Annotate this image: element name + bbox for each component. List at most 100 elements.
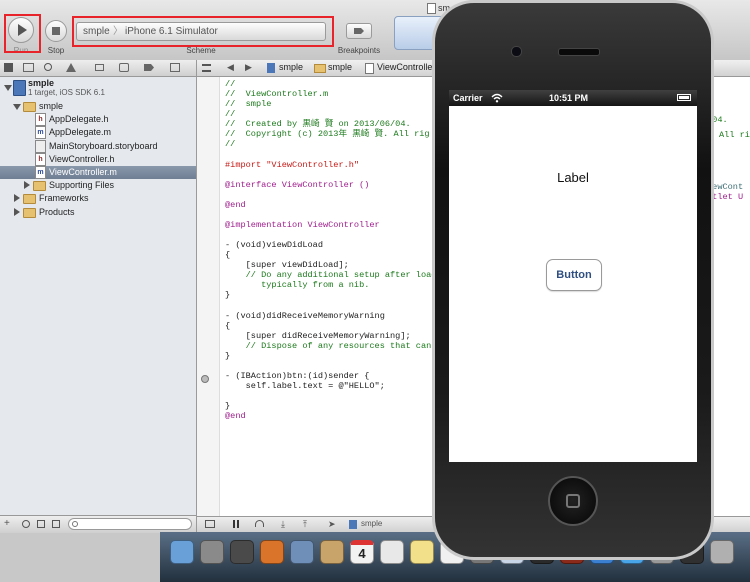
extra-app-icon[interactable] bbox=[710, 540, 734, 564]
mail-icon[interactable] bbox=[290, 540, 314, 564]
disclosure-open-icon[interactable] bbox=[4, 85, 12, 91]
folder-icon bbox=[33, 181, 46, 192]
source-file-icon: m bbox=[35, 166, 46, 179]
stop-button[interactable] bbox=[45, 20, 67, 42]
file-list-item-label: Frameworks bbox=[39, 193, 89, 204]
search-tab-icon[interactable] bbox=[44, 63, 52, 71]
code-line: // bbox=[225, 139, 236, 150]
debug-tab-icon[interactable] bbox=[119, 63, 129, 72]
finder-icon[interactable] bbox=[170, 540, 194, 564]
home-button[interactable] bbox=[548, 476, 598, 526]
code-line: // ViewController.m bbox=[225, 89, 329, 100]
folder-icon bbox=[23, 207, 36, 218]
reminders-icon[interactable] bbox=[380, 540, 404, 564]
right-fragment: All ri bbox=[719, 130, 750, 140]
code-line: } bbox=[225, 401, 231, 412]
breakpoints-button[interactable] bbox=[346, 23, 372, 39]
code-line: // Created by 黒崎 賢 on 2013/06/04. bbox=[225, 119, 411, 130]
calendar-icon[interactable]: 4 bbox=[350, 540, 374, 564]
file-list-item-label: AppDelegate.m bbox=[49, 127, 112, 138]
filter-search-field[interactable] bbox=[68, 518, 192, 530]
breakpoint-tab-icon[interactable] bbox=[144, 64, 154, 71]
mission-control-icon[interactable] bbox=[230, 540, 254, 564]
code-line: @interface ViewController () bbox=[225, 179, 370, 190]
code-line: [super viewDidLoad]; bbox=[225, 260, 349, 271]
back-arrow-icon[interactable]: ◀ bbox=[227, 60, 234, 75]
file-list-item[interactable]: smple bbox=[0, 100, 196, 113]
log-tab-icon[interactable] bbox=[170, 63, 180, 72]
scheme-label: Scheme bbox=[186, 46, 216, 55]
file-list-item[interactable]: MainStoryboard.storyboard bbox=[0, 139, 196, 153]
hello-button[interactable]: Button bbox=[546, 259, 602, 291]
address-book-icon[interactable] bbox=[320, 540, 344, 564]
file-list-item[interactable]: m ViewController.m bbox=[0, 166, 196, 179]
forward-arrow-icon[interactable]: ▶ bbox=[245, 60, 252, 75]
code-line: [super didReceiveMemoryWarning]; bbox=[225, 330, 411, 341]
code-line: { bbox=[225, 250, 231, 261]
jump-bar-item[interactable]: smple bbox=[279, 60, 303, 75]
file-list-item[interactable]: Products bbox=[0, 206, 196, 219]
file-list-item[interactable]: m AppDelegate.m bbox=[0, 126, 196, 140]
jump-bar-item[interactable]: smple bbox=[328, 60, 352, 75]
file-list-item-label: smple bbox=[39, 101, 64, 111]
symbol-tab-icon[interactable] bbox=[23, 63, 34, 72]
scm-filter-icon[interactable] bbox=[37, 520, 45, 528]
jump-folder-icon bbox=[314, 64, 326, 73]
hide-debug-icon[interactable] bbox=[205, 520, 215, 528]
step-out-icon[interactable]: ⤒ bbox=[303, 519, 307, 530]
debug-target-icon bbox=[349, 520, 357, 529]
pause-icon[interactable] bbox=[233, 520, 235, 528]
folder-icon bbox=[23, 194, 36, 205]
front-camera bbox=[511, 46, 522, 57]
project-icon bbox=[13, 80, 26, 96]
disclosure-open-icon[interactable] bbox=[13, 104, 21, 110]
firefox-icon[interactable] bbox=[260, 540, 284, 564]
code-line: #import "ViewController.h" bbox=[225, 159, 360, 170]
file-list-item[interactable]: h AppDelegate.h bbox=[0, 113, 196, 127]
file-list-item[interactable]: Supporting Files bbox=[0, 179, 196, 192]
related-items-icon[interactable] bbox=[202, 64, 211, 72]
location-icon[interactable]: ➤ bbox=[328, 519, 336, 530]
issue-tab-icon[interactable] bbox=[66, 63, 76, 72]
step-in-icon[interactable]: ⤓ bbox=[281, 519, 285, 530]
code-line: typically from a nib. bbox=[225, 280, 370, 291]
time-text: 10:51 PM bbox=[549, 93, 589, 103]
disclosure-closed-icon[interactable] bbox=[14, 194, 20, 203]
code-line: - (void)viewDidLoad bbox=[225, 240, 323, 251]
recent-filter-icon[interactable] bbox=[22, 520, 30, 528]
disclosure-closed-icon[interactable] bbox=[14, 207, 20, 216]
notes-icon[interactable] bbox=[410, 540, 434, 564]
status-bar: Carrier 10:51 PM bbox=[449, 90, 697, 106]
launchpad-icon[interactable] bbox=[200, 540, 224, 564]
code-line: // bbox=[225, 79, 236, 89]
stop-label: Stop bbox=[47, 46, 65, 55]
step-over-icon[interactable] bbox=[255, 520, 264, 527]
code-line: self.label.text = @"HELLO"; bbox=[225, 381, 385, 392]
stop-icon bbox=[52, 27, 60, 35]
code-line: { bbox=[225, 320, 231, 331]
file-list-item[interactable]: Frameworks bbox=[0, 192, 196, 205]
file-list-item-label: Supporting Files bbox=[49, 180, 115, 191]
disclosure-closed-icon[interactable] bbox=[24, 181, 30, 190]
code-line: @end bbox=[225, 411, 246, 422]
code-line: @end bbox=[225, 199, 246, 210]
add-icon[interactable]: + bbox=[4, 518, 10, 529]
navigator-filter-bar: + bbox=[0, 515, 196, 533]
code-line: // bbox=[225, 109, 236, 120]
scheme-highlight bbox=[72, 16, 334, 47]
source-file-icon: m bbox=[35, 126, 46, 140]
battery-icon bbox=[677, 94, 691, 101]
code-line: - (IBAction)btn:(id)sender { bbox=[225, 371, 370, 382]
code-line: @implementation ViewController bbox=[225, 219, 380, 230]
file-list-item[interactable]: h ViewController.h bbox=[0, 152, 196, 166]
unsaved-filter-icon[interactable] bbox=[52, 520, 60, 528]
home-square-icon bbox=[566, 494, 580, 508]
project-row[interactable]: smple 1 target, iOS SDK 6.1 bbox=[0, 77, 196, 99]
debug-target-label: smple bbox=[361, 519, 383, 528]
code-line: } bbox=[225, 350, 231, 361]
test-tab-icon[interactable] bbox=[95, 64, 104, 71]
header-file-icon: h bbox=[35, 113, 46, 127]
project-tab-icon[interactable] bbox=[4, 63, 13, 72]
navigator-selector-bar bbox=[0, 60, 196, 77]
simulator-screen: Carrier 10:51 PM Label Button bbox=[449, 90, 697, 462]
